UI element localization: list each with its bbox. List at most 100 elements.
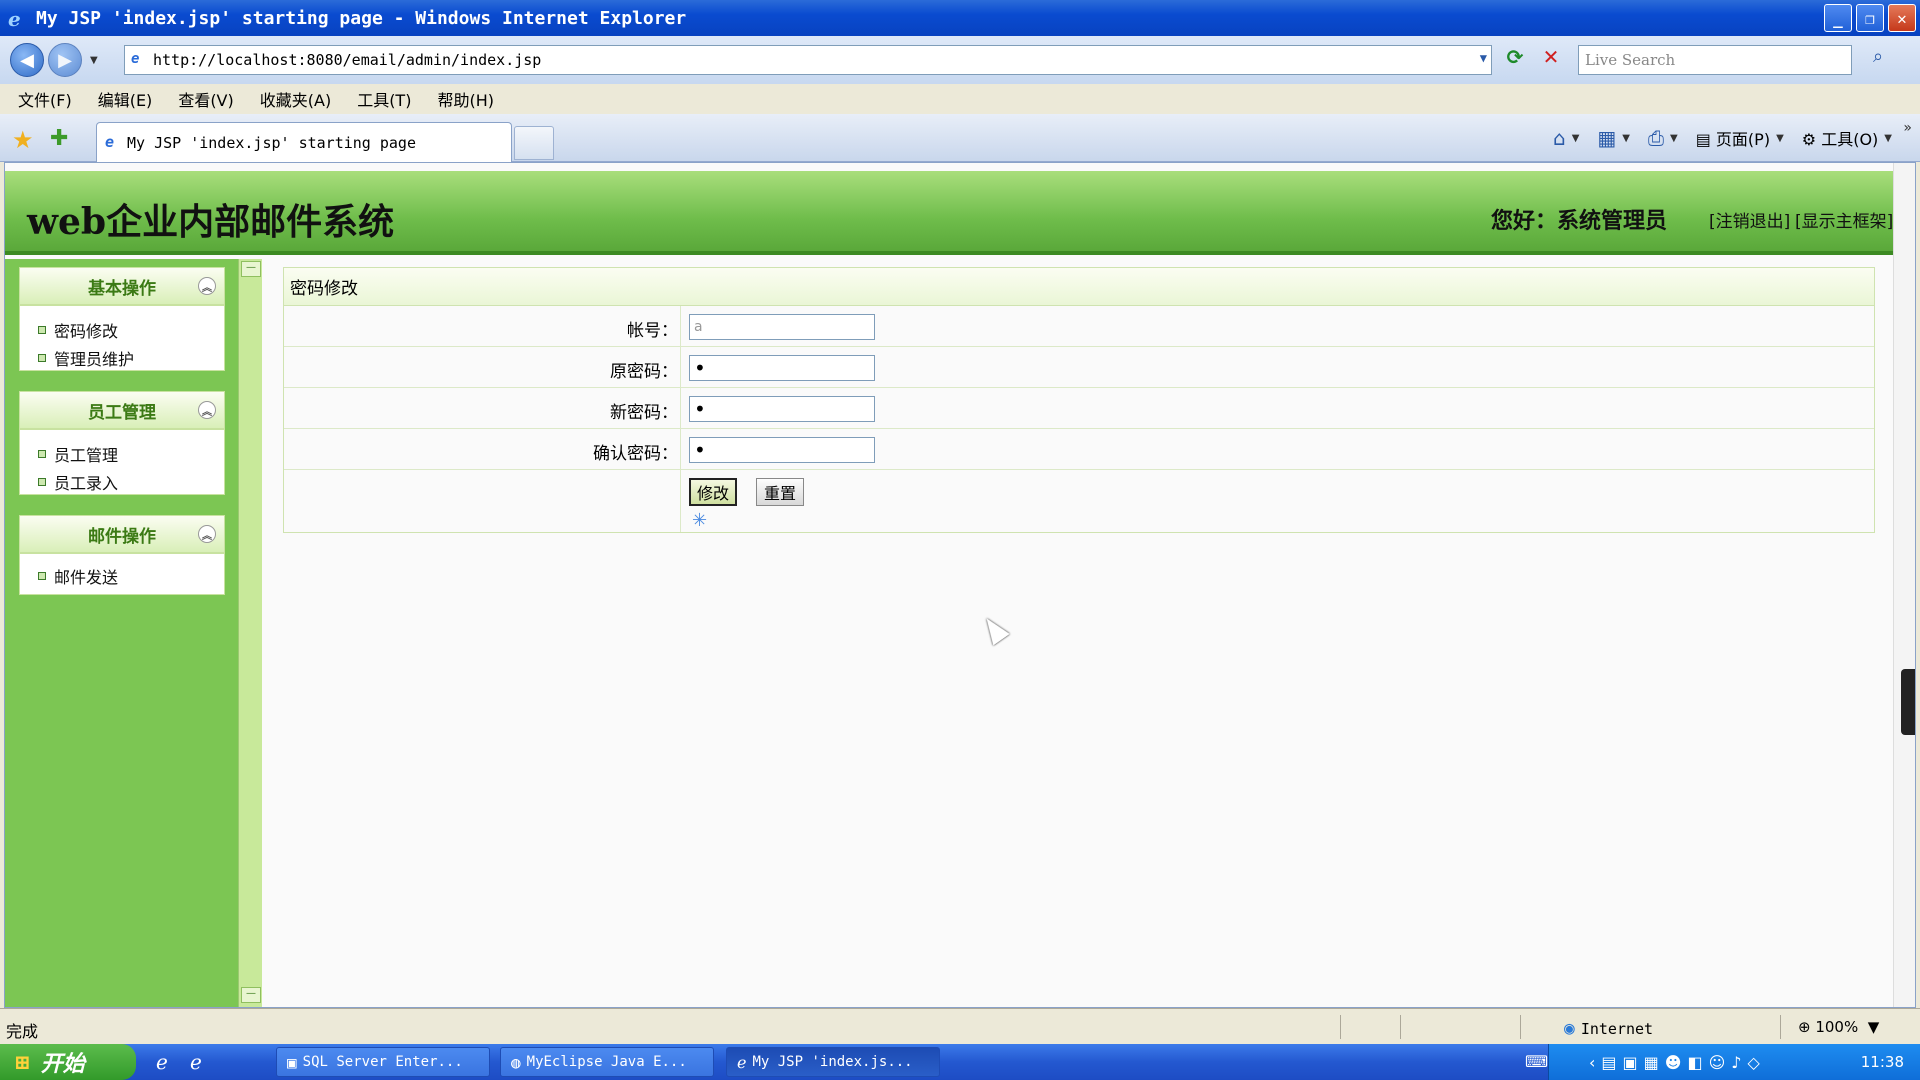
print-icon[interactable]: ⎙ [1648,126,1664,150]
tools-menu[interactable]: ⚙ 工具(O) [1802,126,1879,150]
chevron-down-icon[interactable]: ▼ [1670,133,1678,144]
sidebar-item-staff-manage[interactable]: 员工管理 [38,442,118,466]
menu-help[interactable]: 帮助(H) [437,87,494,111]
stop-icon[interactable]: ✕ [1536,45,1566,75]
submit-button[interactable]: 修改 [689,478,737,506]
search-input[interactable]: Live Search [1578,45,1852,75]
side-panel-tab[interactable] [1901,669,1915,735]
keyboard-icon[interactable]: ⌨ [1525,1052,1548,1071]
sidebar-item-send-mail[interactable]: 邮件发送 [38,564,118,588]
more-chevron-icon[interactable]: » [1903,120,1912,136]
task-label: SQL Server Enter... [302,1054,463,1070]
logout-link[interactable]: [注销退出] [1709,207,1790,232]
back-button[interactable]: ◀ [10,43,44,77]
restore-button[interactable]: ❐ [1856,4,1884,32]
add-favorite-icon[interactable]: ✚ [50,126,68,151]
sidebar-item-label: 员工录入 [54,474,119,493]
splitter-collapse-icon[interactable]: — [241,261,261,277]
splitter-expand-icon[interactable]: — [241,987,261,1003]
bullet-icon [38,450,46,458]
sidebar-group-basic[interactable]: 基本操作 ︽ [19,267,225,305]
history-dropdown-icon[interactable]: ▼ [90,55,98,66]
collapse-icon[interactable]: ︽ [198,277,216,295]
page-icon: ▤ [1695,130,1711,149]
start-button[interactable]: ⊞ 开始 [0,1044,136,1080]
address-input[interactable]: e http://localhost:8080/email/admin/inde… [124,45,1492,75]
tray-chat-icon[interactable]: ☺ [1709,1053,1726,1072]
sidebar-item-label: 邮件发送 [54,568,119,587]
task-ie[interactable]: ℯ My JSP 'index.js... [726,1047,940,1077]
address-toolbar: ◀ ▶ ▼ e http://localhost:8080/email/admi… [0,36,1920,84]
show-frame-link[interactable]: [显示主框架] [1795,207,1893,232]
zoom-control[interactable]: ⊕ 100% ▼ [1798,1018,1879,1036]
tray-safety-icon[interactable]: ◇ [1748,1053,1760,1072]
favorites-star-icon[interactable]: ★ [12,126,34,154]
vertical-scrollbar[interactable] [1893,163,1915,1007]
chevron-down-icon[interactable]: ▼ [1622,133,1630,144]
security-zone[interactable]: ◉ Internet [1564,1018,1653,1039]
feeds-icon[interactable]: ▦ [1597,126,1616,150]
menu-bar: 文件(F) 编辑(E) 查看(V) 收藏夹(A) 工具(T) 帮助(H) [0,84,1920,114]
chevron-down-icon[interactable]: ▼ [1858,1018,1880,1036]
tray-back-icon[interactable]: ‹ [1589,1053,1595,1072]
minimize-button[interactable]: _ [1824,4,1852,32]
sidebar-item-staff-add[interactable]: 员工录入 [38,470,118,494]
refresh-icon[interactable]: ⟳ [1500,45,1530,75]
quicklaunch-ie-icon[interactable]: ℯ [156,1050,168,1074]
monitor-icon[interactable]: ▣ [1623,1053,1638,1072]
address-url: http://localhost:8080/email/admin/index.… [153,51,542,69]
confirm-password-field[interactable]: • [689,437,875,463]
chevron-down-icon[interactable]: ▼ [1480,51,1487,65]
reset-button[interactable]: 重置 [756,478,804,506]
sidebar-item-password[interactable]: 密码修改 [38,318,118,342]
menu-favorites[interactable]: 收藏夹(A) [260,87,331,111]
account-field[interactable]: a [689,314,875,340]
forward-button[interactable]: ▶ [48,43,82,77]
app-icon[interactable]: ▦ [1644,1053,1659,1072]
menu-file[interactable]: 文件(F) [18,87,72,111]
tray-app-icon[interactable]: ◧ [1687,1053,1702,1072]
old-password-field[interactable]: • [689,355,875,381]
menu-tools[interactable]: 工具(T) [357,87,411,111]
chevron-down-icon[interactable]: ▼ [1884,133,1892,144]
sidebar-group-title: 邮件操作 [88,526,156,547]
sidebar: 基本操作 ︽ 密码修改 管理员维护 员工管理 ︽ 员工管理 员工录入 邮件操作 … [5,259,238,1007]
form-row-old-password: 原密码： • [284,347,1874,388]
menu-view[interactable]: 查看(V) [178,87,233,111]
home-icon[interactable]: ⌂ [1553,126,1566,150]
status-divider [1520,1015,1521,1039]
chevron-down-icon[interactable]: ▼ [1776,133,1784,144]
tab-index-jsp[interactable]: e My JSP 'index.jsp' starting page [96,122,512,162]
close-button[interactable]: ✕ [1888,4,1916,32]
frame-splitter[interactable]: — — [238,259,262,1007]
collapse-icon[interactable]: ︽ [198,401,216,419]
collapse-icon[interactable]: ︽ [198,525,216,543]
sidebar-group-title: 员工管理 [88,402,156,423]
qq-icon[interactable]: ☻ [1665,1053,1682,1072]
page-icon: e [105,133,115,151]
tray-volume-icon[interactable]: ♪ [1731,1053,1741,1072]
status-bar: 完成 ◉ Internet ⊕ 100% ▼ [0,1008,1920,1044]
ie-icon: e [8,7,21,31]
quicklaunch-browser-icon[interactable]: ℯ [190,1050,202,1074]
task-sql-server[interactable]: ▣ SQL Server Enter... [276,1047,490,1077]
sidebar-group-title: 基本操作 [88,278,156,299]
status-text: 完成 [6,1022,39,1041]
new-tab-button[interactable] [514,126,554,160]
page-menu[interactable]: ▤ 页面(P) [1696,126,1770,150]
windows-logo-icon: ⊞ [14,1050,31,1074]
menu-edit[interactable]: 编辑(E) [98,87,153,111]
sidebar-group-body: 员工管理 员工录入 [19,429,225,495]
sidebar-item-admin[interactable]: 管理员维护 [38,346,134,370]
sidebar-group-staff[interactable]: 员工管理 ︽ [19,391,225,429]
chevron-down-icon[interactable]: ▼ [1572,133,1580,144]
sidebar-group-mail[interactable]: 邮件操作 ︽ [19,515,225,553]
search-placeholder: Live Search [1585,51,1676,69]
gear-icon: ⚙ [1801,130,1817,149]
search-icon[interactable]: ⌕ [1858,46,1898,74]
sidebar-item-label: 密码修改 [54,322,119,341]
sidebar-item-label: 员工管理 [54,446,119,465]
network-icon[interactable]: ▤ [1601,1053,1616,1072]
task-myeclipse[interactable]: ◍ MyEclipse Java E... [500,1047,714,1077]
new-password-field[interactable]: • [689,396,875,422]
